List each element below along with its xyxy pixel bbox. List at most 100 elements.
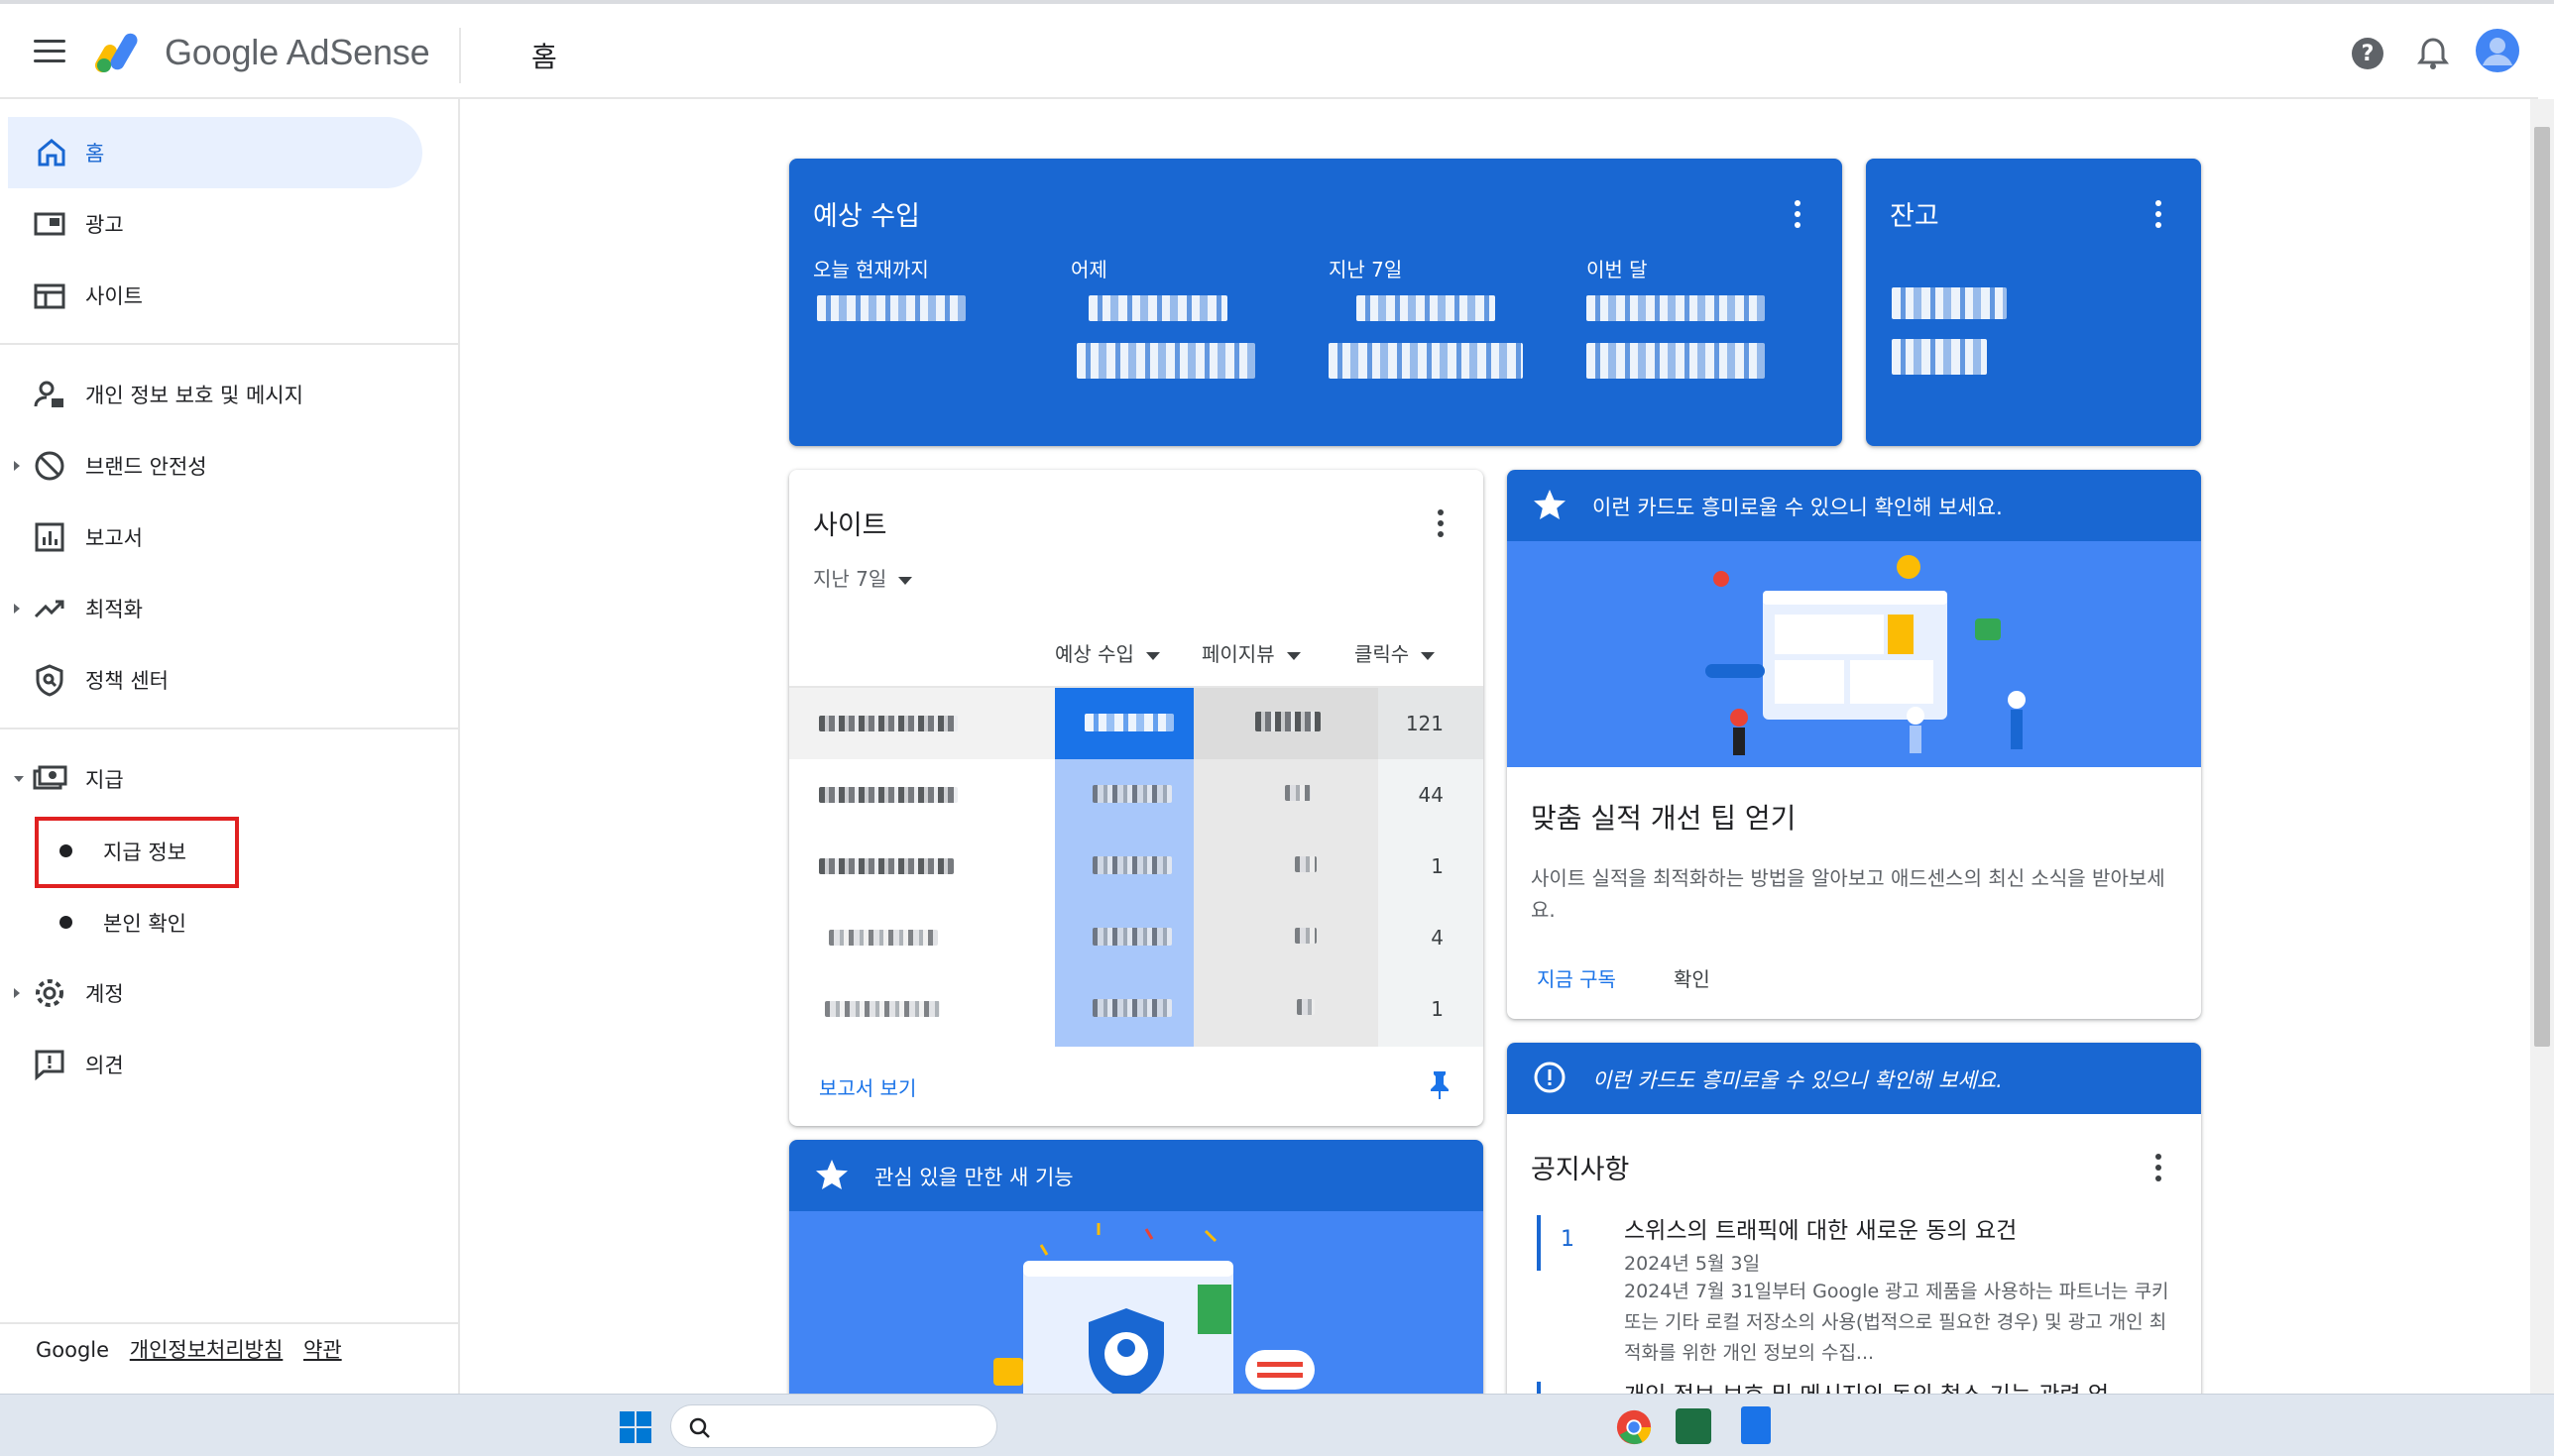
- sidebar-item-ads[interactable]: 광고: [0, 188, 424, 260]
- notifications-bell-icon[interactable]: [2413, 34, 2453, 73]
- sidebar-item-sites[interactable]: 사이트: [0, 260, 424, 331]
- sidebar-item-account[interactable]: 계정: [0, 957, 424, 1029]
- sidebar-item-label: 광고: [85, 213, 124, 237]
- table-row[interactable]: 1: [789, 973, 1483, 1045]
- sidebar-item-label: 계정: [85, 982, 124, 1006]
- menu-icon[interactable]: [34, 40, 65, 63]
- collapse-caret-icon[interactable]: [14, 776, 24, 782]
- sidebar-subitem-identity-verification[interactable]: 본인 확인: [0, 886, 424, 957]
- subscribe-button[interactable]: 지금 구독: [1537, 963, 1616, 992]
- page-scrollbar[interactable]: [2530, 99, 2554, 1394]
- card-title: 사이트: [813, 510, 887, 541]
- tips-body: 사이트 실적을 최적화하는 방법을 알아보고 애드센스의 최신 소식을 받아보세…: [1531, 866, 2165, 922]
- redacted-earnings: [1093, 999, 1172, 1017]
- expand-caret-icon[interactable]: [14, 604, 20, 614]
- confirm-button[interactable]: 확인: [1674, 963, 1710, 992]
- table-row[interactable]: 1: [789, 831, 1483, 902]
- redacted-pageviews: [1297, 999, 1315, 1015]
- star-icon: [816, 1160, 848, 1189]
- expand-caret-icon[interactable]: [14, 461, 20, 471]
- gear-icon: [36, 979, 63, 1007]
- pin-icon[interactable]: [1426, 1068, 1453, 1100]
- account-avatar-icon[interactable]: [2475, 28, 2520, 73]
- payments-icon: [33, 765, 67, 790]
- sidebar-item-privacy-messaging[interactable]: 개인 정보 보호 및 메시지: [0, 359, 424, 430]
- sidebar-item-reports[interactable]: 보고서: [0, 502, 424, 573]
- card-header: 이런 카드도 흥미로울 수 있으니 확인해 보세요.: [1507, 1043, 2201, 1114]
- clicks-value: 1: [1431, 997, 1444, 1021]
- notice-body: 2024년 7월 31일부터 Google 광고 제품을 사용하는 파트너는 쿠…: [1624, 1281, 2169, 1364]
- terms-link[interactable]: 약관: [303, 1338, 342, 1362]
- tips-title: 맞춤 실적 개선 팁 얻기: [1531, 802, 1797, 835]
- windows-start-icon[interactable]: [619, 1410, 652, 1444]
- notepad-icon[interactable]: [1741, 1406, 1771, 1444]
- table-row[interactable]: 44: [789, 759, 1483, 831]
- expand-caret-icon[interactable]: [14, 988, 20, 998]
- notice-number: 1: [1561, 1227, 1574, 1252]
- column-header-label: 예상 수입: [1055, 642, 1134, 666]
- column-header-label: 클릭수: [1354, 642, 1410, 666]
- trending-up-icon: [34, 600, 64, 618]
- google-label: Google: [36, 1338, 110, 1362]
- brand-name: Google AdSense: [165, 32, 430, 72]
- more-options-icon[interactable]: [1795, 200, 1800, 228]
- scrollbar-thumb[interactable]: [2534, 127, 2550, 1047]
- period-dropdown[interactable]: 지난 7일: [813, 563, 913, 592]
- redacted-earnings: [1093, 785, 1172, 803]
- sidebar-item-brand-safety[interactable]: 브랜드 안전성: [0, 430, 424, 502]
- redacted-balance: [1892, 287, 2007, 319]
- notice-title[interactable]: 스위스의 트래픽에 대한 새로운 동의 요건: [1624, 1211, 2017, 1245]
- taskbar-search-box[interactable]: [670, 1404, 997, 1448]
- more-options-icon[interactable]: [2155, 1154, 2161, 1181]
- clicks-value: 1: [1431, 854, 1444, 878]
- column-header-clicks[interactable]: 클릭수: [1354, 638, 1436, 667]
- search-icon: [689, 1417, 710, 1438]
- card-header: 관심 있을 만한 새 기능: [789, 1140, 1483, 1211]
- view-report-link[interactable]: 보고서 보기: [819, 1072, 916, 1101]
- sidebar-item-home[interactable]: 홈: [8, 117, 422, 188]
- sort-arrow-icon: [1421, 651, 1436, 660]
- sidebar-item-payments[interactable]: 지급: [0, 743, 424, 815]
- more-options-icon[interactable]: [2155, 200, 2161, 228]
- os-taskbar: [0, 1394, 2554, 1456]
- clicks-value: 4: [1431, 926, 1444, 950]
- page-title: 홈: [531, 41, 557, 73]
- redacted-value: [817, 295, 966, 321]
- help-icon[interactable]: ?: [2348, 34, 2387, 73]
- card-title: 공지사항: [1531, 1155, 1630, 1185]
- block-icon: [35, 451, 64, 481]
- sidebar-divider: [0, 1322, 458, 1324]
- more-options-icon[interactable]: [1438, 509, 1444, 537]
- sidebar-item-label: 홈: [85, 142, 105, 166]
- card-header-text: 이런 카드도 흥미로울 수 있으니 확인해 보세요.: [1592, 496, 2003, 519]
- chrome-icon[interactable]: [1614, 1408, 1654, 1446]
- clicks-value: 44: [1418, 783, 1444, 807]
- column-header-earnings[interactable]: 예상 수입: [1055, 638, 1160, 667]
- adsense-logo-icon: [95, 33, 138, 72]
- table-row[interactable]: 121: [789, 688, 1483, 759]
- sidebar-item-feedback[interactable]: 의견: [0, 1029, 424, 1100]
- home-icon: [38, 139, 65, 167]
- card-title: 잔고: [1890, 201, 1939, 232]
- tips-card: 이런 카드도 흥미로울 수 있으니 확인해 보세요. 맞춤 실적 개선 팁 얻기…: [1507, 470, 2201, 1019]
- redacted-value: [1356, 295, 1495, 321]
- table-row[interactable]: 4: [789, 902, 1483, 973]
- redacted-comparison: [1077, 343, 1255, 379]
- star-icon: [1534, 490, 1566, 519]
- sidebar-item-policy-center[interactable]: 정책 센터: [0, 644, 424, 716]
- sidebar-item-optimization[interactable]: 최적화: [0, 573, 424, 644]
- redacted-value: [1089, 295, 1227, 321]
- balance-card: 잔고: [1866, 159, 2201, 446]
- redacted-pageviews: [1295, 856, 1317, 872]
- redacted-pageviews: [1285, 785, 1311, 801]
- bullet-icon: [59, 916, 72, 929]
- sort-arrow-icon: [1286, 651, 1301, 660]
- metric-label-today: 오늘 현재까지: [813, 258, 929, 281]
- privacy-policy-link[interactable]: 개인정보처리방침: [130, 1338, 284, 1362]
- sidebar-item-label: 개인 정보 보호 및 메시지: [85, 384, 303, 407]
- reports-chart-icon: [35, 522, 64, 552]
- column-header-pageviews[interactable]: 페이지뷰: [1202, 638, 1301, 667]
- sort-arrow-icon: [1145, 651, 1160, 660]
- excel-icon[interactable]: [1676, 1408, 1711, 1444]
- header-divider: [459, 28, 461, 83]
